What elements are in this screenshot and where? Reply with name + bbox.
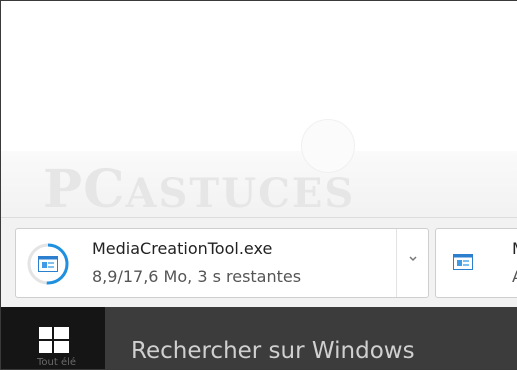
download-progress-indicator: [26, 242, 70, 286]
start-caption: Tout élé: [37, 357, 77, 368]
download-shelf: MediaCreationTool.exe 8,9/17,6 Mo, 3 s r…: [1, 217, 517, 308]
start-button[interactable]: Tout élé: [1, 307, 105, 369]
screen-crop: PCASTUCES MediaCreationTool.exe 8,9/17,6…: [0, 0, 517, 370]
watermark-logo: PCASTUCES: [43, 159, 355, 220]
download-file-name: M: [512, 239, 517, 258]
exe-file-icon: [453, 254, 473, 270]
watermark-text-small: ASTUCES: [125, 170, 356, 217]
item-divider: [396, 229, 397, 297]
download-status: 8,9/17,6 Mo, 3 s restantes: [92, 267, 302, 286]
download-menu-button[interactable]: [408, 255, 418, 266]
download-item[interactable]: M A: [435, 228, 517, 298]
exe-file-icon: [38, 256, 58, 272]
taskbar: Tout élé Rechercher sur Windows: [1, 307, 517, 369]
download-item[interactable]: MediaCreationTool.exe 8,9/17,6 Mo, 3 s r…: [15, 228, 429, 298]
chevron-down-icon: [409, 256, 417, 262]
download-file-name: MediaCreationTool.exe: [92, 239, 273, 258]
download-status: A: [512, 267, 517, 286]
search-placeholder: Rechercher sur Windows: [131, 338, 415, 364]
watermark-text-large: PC: [43, 159, 126, 220]
taskbar-search-box[interactable]: Rechercher sur Windows: [105, 307, 517, 369]
windows-logo-icon: [39, 327, 69, 353]
